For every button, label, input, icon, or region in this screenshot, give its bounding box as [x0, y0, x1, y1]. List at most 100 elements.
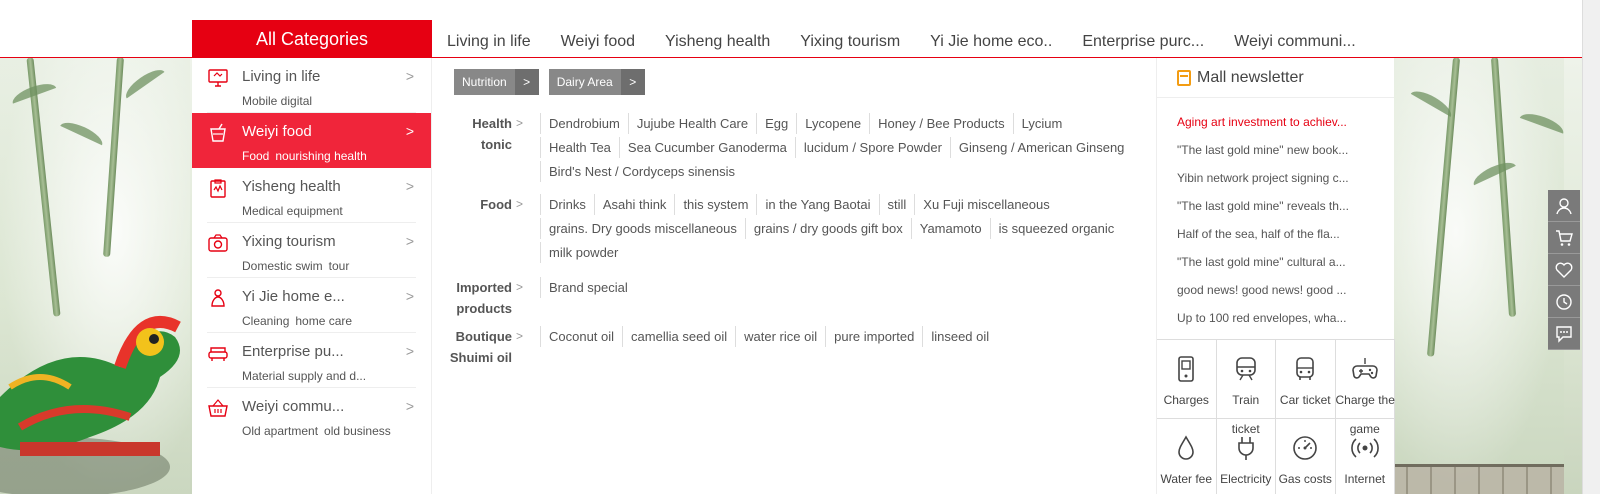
category-item-living[interactable]: Living in life > Mobile digital	[207, 58, 416, 113]
subcategory-link[interactable]: pure imported	[825, 326, 922, 347]
subcategory-link[interactable]: Ginseng / American Ginseng	[949, 137, 1132, 158]
news-item[interactable]: "The last gold mine" reveals th...	[1177, 192, 1377, 220]
nav-item-weiyi-community[interactable]: Weiyi communi...	[1219, 20, 1371, 58]
subcategory-link[interactable]: water rice oil	[735, 326, 825, 347]
bus-icon	[1296, 357, 1315, 380]
category-sub-link[interactable]: home care	[295, 314, 352, 328]
nav-item-yixing-tourism[interactable]: Yixing tourism	[785, 20, 915, 58]
subcategory-link[interactable]: Dendrobium	[540, 113, 628, 134]
subcategory-link[interactable]: Egg	[756, 113, 796, 134]
service-gas-costs[interactable]: Gas costs	[1276, 419, 1336, 494]
service-car-ticket[interactable]: Car ticket	[1276, 340, 1336, 419]
news-item[interactable]: Up to 100 red envelopes, wha...	[1177, 304, 1377, 332]
news-item[interactable]: good news! good news! good ...	[1177, 276, 1377, 304]
category-sub-link[interactable]: Old apartment	[242, 424, 318, 438]
scrollbar[interactable]	[1582, 0, 1600, 494]
service-label: Water fee	[1160, 472, 1213, 486]
category-item-enterprise[interactable]: Enterprise pu... > Material supply and d…	[207, 333, 416, 388]
category-sub-link[interactable]: Domestic swim	[242, 259, 323, 273]
category-subs: Mobile digital	[242, 94, 318, 108]
category-item-yisheng-health[interactable]: Yisheng health > Medical equipment	[207, 168, 416, 223]
category-sub-link[interactable]: Mobile digital	[242, 94, 312, 108]
news-item[interactable]: Yibin network project signing c...	[1177, 164, 1377, 192]
chevron-right-icon: >	[405, 288, 414, 304]
nav-item-yi-jie-home[interactable]: Yi Jie home eco..	[915, 20, 1067, 58]
service-charge-game[interactable]: Charge the game	[1335, 340, 1395, 436]
subcategory-link[interactable]: Asahi think	[593, 194, 675, 215]
category-sub-link[interactable]: Material supply and d...	[242, 369, 366, 383]
subcategory-link[interactable]: linseed oil	[922, 326, 997, 347]
subcategory-link[interactable]: Coconut oil	[540, 326, 622, 347]
subcategory-link[interactable]: Yamamoto	[910, 218, 990, 239]
section-title[interactable]: Food	[442, 194, 512, 215]
subcategory-link[interactable]: Jujube Health Care	[627, 113, 756, 134]
section-title[interactable]: Health tonic	[454, 113, 512, 155]
service-water-fee[interactable]: Water fee	[1157, 419, 1217, 494]
subcategory-link[interactable]: this system	[674, 194, 756, 215]
news-item[interactable]: "The last gold mine" cultural a...	[1177, 248, 1377, 276]
subcategory-link[interactable]: Lycium	[1012, 113, 1071, 134]
subcategory-link[interactable]: lucidum / Spore Powder	[794, 137, 950, 158]
category-sub-link[interactable]: nourishing health	[275, 149, 366, 163]
chevron-right-icon: >	[405, 178, 414, 194]
news-item[interactable]: Aging art investment to achiev...	[1177, 108, 1377, 136]
nav-item-living-in-life[interactable]: Living in life	[432, 20, 546, 58]
subcategory-link[interactable]: camellia seed oil	[622, 326, 735, 347]
subcategory-link[interactable]: grains. Dry goods miscellaneous	[540, 218, 745, 239]
gamepad-icon	[1351, 358, 1378, 379]
service-label: Charge the	[1335, 393, 1395, 407]
plug-icon	[1237, 437, 1254, 460]
all-categories-button[interactable]: All Categories	[192, 20, 432, 58]
subcategory-link[interactable]: still	[878, 194, 915, 215]
subcategory-link[interactable]: milk powder	[540, 242, 626, 263]
gauge-icon	[1293, 436, 1318, 460]
category-subs: Material supply and d...	[242, 369, 372, 383]
category-sub-link[interactable]: Medical equipment	[242, 204, 343, 218]
subcategory-link[interactable]: in the Yang Baotai	[756, 194, 878, 215]
nav-item-yisheng-health[interactable]: Yisheng health	[650, 20, 785, 58]
category-sub-link[interactable]: old business	[324, 424, 391, 438]
service-label-line2: game	[1349, 422, 1380, 436]
subcategory-link[interactable]: Drinks	[540, 194, 594, 215]
cart-icon	[1556, 229, 1573, 246]
nav-item-weiyi-food[interactable]: Weiyi food	[546, 20, 650, 58]
cart-button[interactable]	[1548, 222, 1580, 254]
category-item-weiyi-community[interactable]: Weiyi commu... > Old apartment old busine…	[207, 388, 416, 443]
section-title[interactable]: Boutique Shuimi oil	[442, 326, 512, 368]
subcategory-link[interactable]: is squeezed organic	[989, 218, 1123, 239]
message-icon	[1556, 325, 1572, 343]
service-charges[interactable]: Charges	[1157, 340, 1217, 419]
sofa-icon	[208, 347, 228, 361]
subcategory-link[interactable]: Sea Cucumber Ganoderma	[618, 137, 795, 158]
floating-toolbar	[1548, 190, 1580, 350]
category-sub-link[interactable]: tour	[329, 259, 350, 273]
category-item-yi-jie-home[interactable]: Yi Jie home e... > Cleaning home care	[207, 278, 416, 333]
user-button[interactable]	[1548, 190, 1580, 222]
subcategory-link[interactable]: grains / dry goods gift box	[744, 218, 911, 239]
subcategory-link[interactable]: Brand special	[540, 277, 636, 298]
section-title[interactable]: Imported products	[442, 277, 512, 319]
train-icon	[1235, 357, 1256, 381]
message-button[interactable]	[1548, 318, 1580, 350]
category-sub-link[interactable]: Cleaning	[242, 314, 289, 328]
main-nav: Living in life Weiyi food Yisheng health…	[432, 20, 1371, 58]
nav-item-enterprise[interactable]: Enterprise purc...	[1067, 20, 1219, 58]
subcategory-link[interactable]: Health Tea	[540, 137, 619, 158]
favorites-button[interactable]	[1548, 254, 1580, 286]
service-grid: Charges Train ticket Car ticket Charge t…	[1157, 339, 1395, 494]
tag-label: Nutrition	[462, 75, 507, 89]
service-train-ticket[interactable]: Train ticket	[1216, 340, 1276, 436]
category-sub-link[interactable]: Food	[242, 149, 269, 163]
history-button[interactable]	[1548, 286, 1580, 318]
subcategory-link[interactable]: Honey / Bee Products	[869, 113, 1012, 134]
tag-dairy-area[interactable]: Dairy Area >	[548, 69, 645, 95]
chevron-right-icon: >	[405, 233, 414, 249]
category-item-weiyi-food[interactable]: Weiyi food > Food nourishing health	[192, 113, 431, 168]
subcategory-link[interactable]: Xu Fuji miscellaneous	[914, 194, 1057, 215]
news-item[interactable]: Half of the sea, half of the fla...	[1177, 220, 1377, 248]
news-item[interactable]: "The last gold mine" new book...	[1177, 136, 1377, 164]
subcategory-link[interactable]: Lycopene	[796, 113, 869, 134]
subcategory-link[interactable]: Bird's Nest / Cordyceps sinensis	[540, 161, 743, 182]
tag-nutrition[interactable]: Nutrition >	[454, 69, 539, 95]
category-item-yixing-tourism[interactable]: Yixing tourism > Domestic swim tour	[207, 223, 416, 278]
